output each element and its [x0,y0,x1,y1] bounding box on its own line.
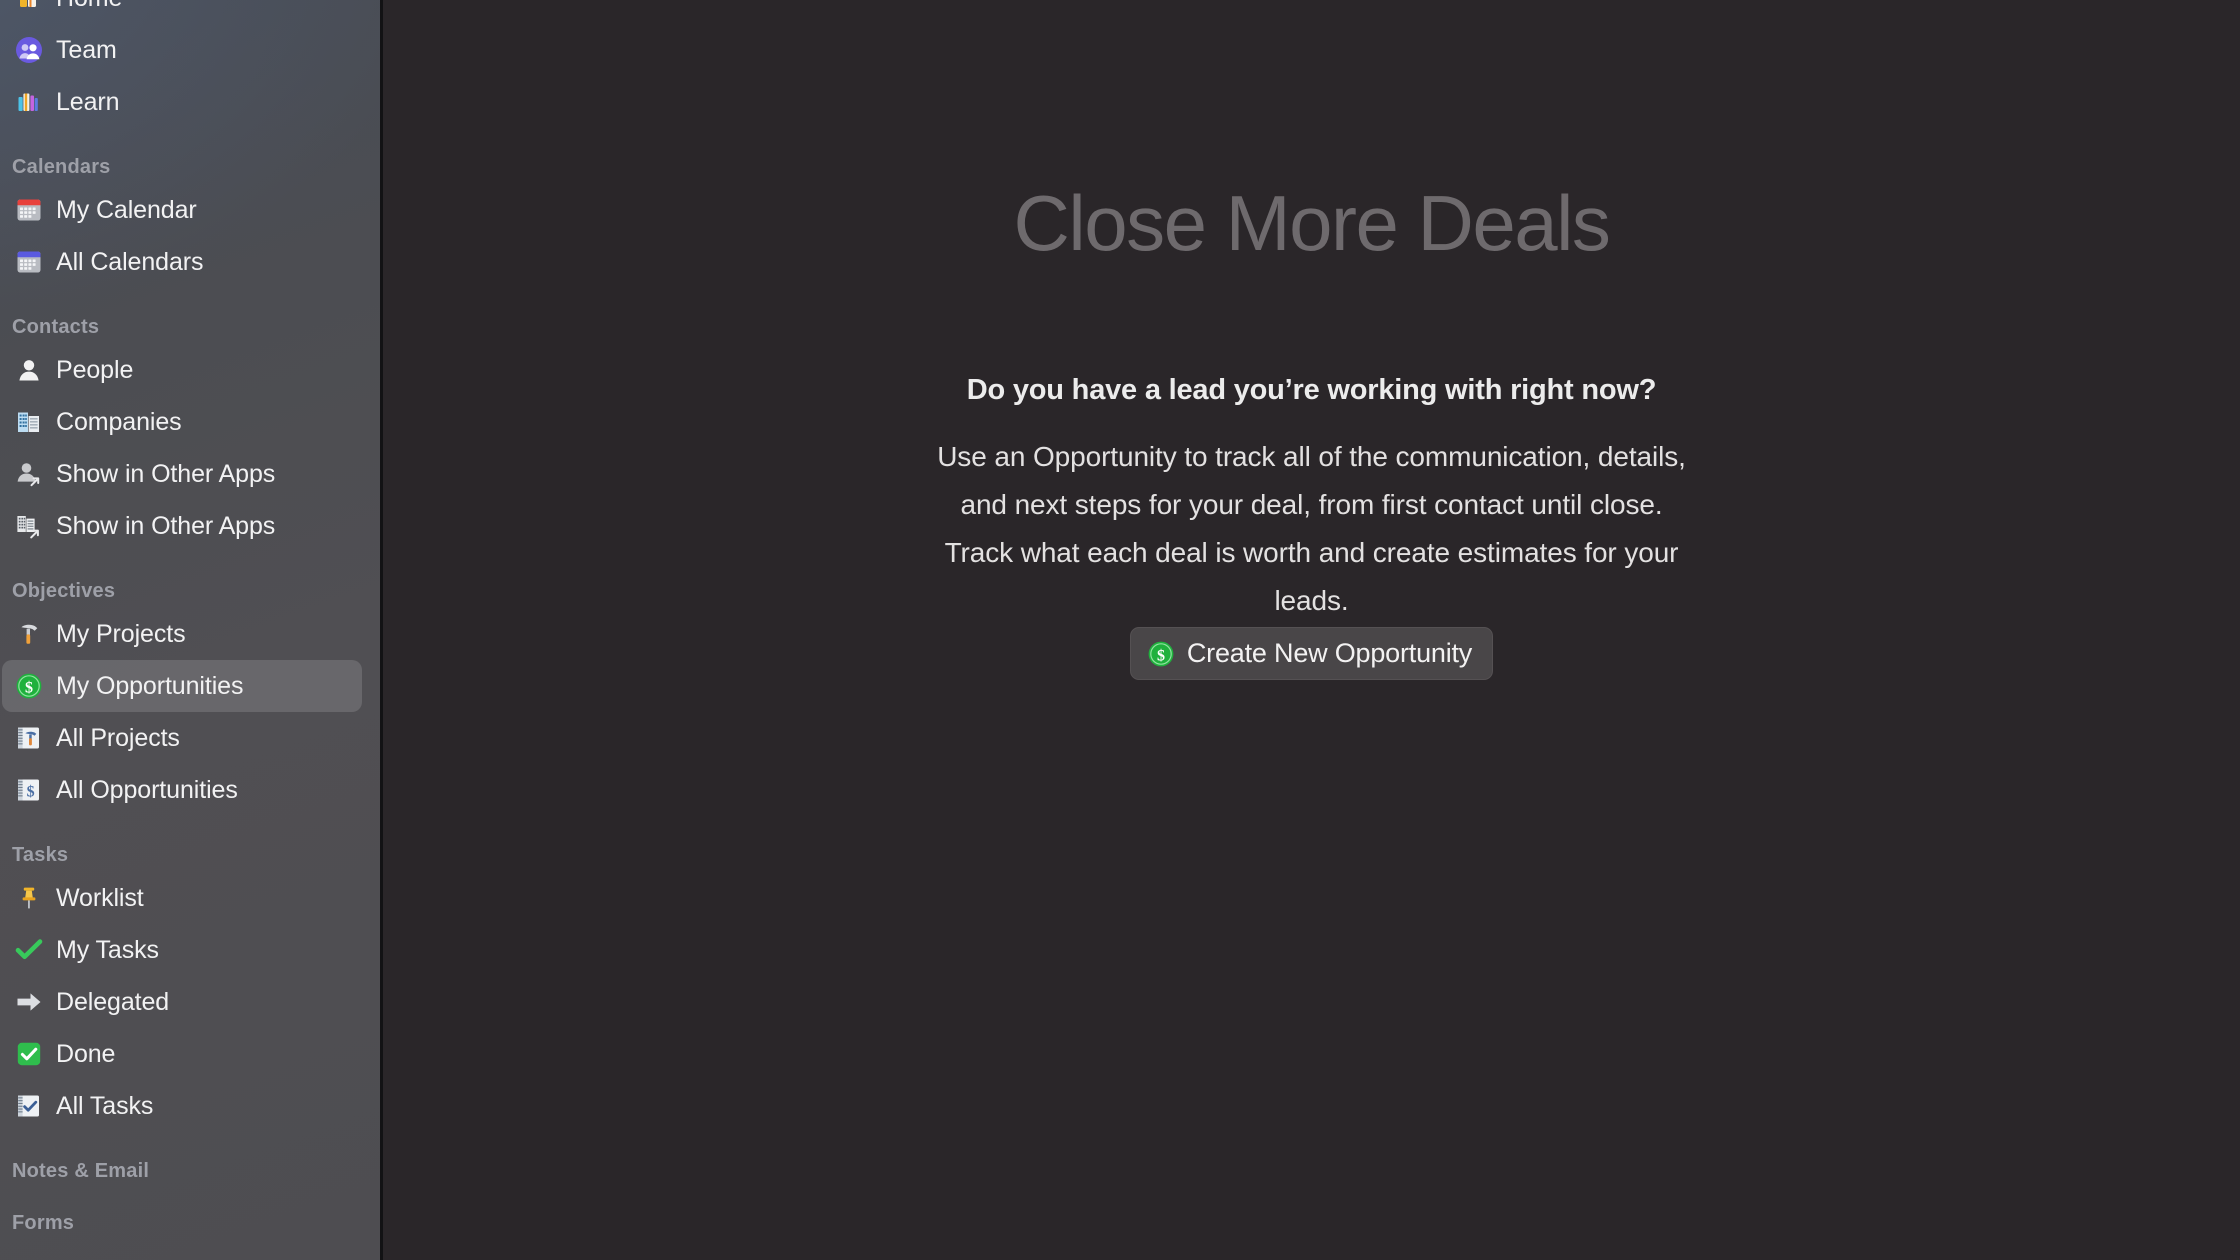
sidebar-item-label: Show in Other Apps [56,459,276,488]
sidebar-item-all-projects[interactable]: All Projects [2,712,362,764]
sidebar-item-show-people-in-other-apps[interactable]: Show in Other Apps [2,448,362,500]
pushpin-icon [14,883,44,913]
sidebar-item-label: Companies [56,407,182,436]
sidebar-item-label: My Opportunities [56,671,244,700]
person-icon [14,355,44,385]
sidebar-item-my-opportunities[interactable]: $ My Opportunities [2,660,362,712]
sidebar-item-label: Home [56,0,122,13]
sidebar-section-objectives: Objectives [12,580,116,602]
sidebar-item-all-calendars[interactable]: All Calendars [2,236,362,288]
notebook-dollar-icon: $ [14,775,44,805]
money-bag-green-icon: $ [14,671,44,701]
calendar-red-icon [14,195,44,225]
svg-text:$: $ [25,679,33,696]
sidebar-section-calendars: Calendars [12,156,111,178]
sidebar-section-contacts: Contacts [12,316,100,338]
app-window: Home Team [0,0,2240,1260]
sidebar-item-show-companies-in-other-apps[interactable]: Show in Other Apps [2,500,362,552]
page-title: Close More Deals [1013,179,1611,267]
sidebar-item-home[interactable]: Home [2,0,362,24]
calendar-blue-icon [14,247,44,277]
green-check-icon [14,935,44,965]
sidebar-item-label: All Calendars [56,247,204,276]
person-share-icon [14,459,44,489]
building-icon [14,407,44,437]
home-books-icon [14,0,44,13]
money-badge-green-icon: $ [1147,640,1175,668]
sidebar-item-people[interactable]: People [2,344,362,396]
svg-text:$: $ [1157,647,1165,664]
sidebar-section-notes-email: Notes & Email [12,1160,150,1182]
sidebar-item-done[interactable]: Done [2,1028,362,1080]
sidebar-section-forms: Forms [12,1212,75,1234]
sidebar-item-learn[interactable]: Learn [2,76,362,128]
create-new-opportunity-button[interactable]: $ Create New Opportunity [1129,627,1494,680]
sidebar-item-worklist[interactable]: Worklist [2,872,362,924]
sidebar-item-label: Delegated [56,987,170,1016]
team-people-circle-icon [14,35,44,65]
sidebar-item-label: Show in Other Apps [56,511,276,540]
sidebar-item-label: Team [56,35,117,64]
hammer-icon [14,619,44,649]
sidebar-item-label: My Projects [56,619,186,648]
svg-text:$: $ [27,784,35,801]
sidebar-item-label: My Tasks [56,935,159,964]
sidebar-item-all-opportunities[interactable]: $ All Opportunities [2,764,362,816]
sidebar-item-label: Done [56,1039,116,1068]
sidebar-item-all-tasks[interactable]: All Tasks [2,1080,362,1132]
empty-state-description: Use an Opportunity to track all of the c… [937,441,1686,616]
sidebar-item-delegated[interactable]: Delegated [2,976,362,1028]
notebook-check-icon [14,1091,44,1121]
checkbox-checked-green-icon [14,1039,44,1069]
sidebar: Home Team [0,0,383,1260]
empty-state-block: Do you have a lead you’re working with r… [932,374,1692,625]
building-share-icon [14,511,44,541]
sidebar-item-my-calendar[interactable]: My Calendar [2,184,362,236]
learn-books-icon [14,87,44,117]
notebook-hammer-icon [14,723,44,753]
sidebar-item-companies[interactable]: Companies [2,396,362,448]
sidebar-item-team[interactable]: Team [2,24,362,76]
sidebar-item-label: All Tasks [56,1091,154,1120]
sidebar-section-tasks: Tasks [12,844,69,866]
sidebar-item-label: People [56,355,134,384]
sidebar-item-label: Learn [56,87,120,116]
sidebar-scroll-content: Home Team [0,0,380,1240]
sidebar-item-label: All Projects [56,723,180,752]
main-content: Close More Deals Do you have a lead you’… [383,0,2240,1260]
sidebar-item-label: My Calendar [56,195,197,224]
create-new-opportunity-label: Create New Opportunity [1186,638,1473,668]
sidebar-item-label: Worklist [56,883,144,912]
empty-state-question: Do you have a lead you’re working with r… [966,374,1657,406]
right-arrow-icon [14,987,44,1017]
sidebar-item-my-tasks[interactable]: My Tasks [2,924,362,976]
cta-row: $ Create New Opportunity [383,627,2240,680]
sidebar-item-label: All Opportunities [56,775,238,804]
sidebar-item-my-projects[interactable]: My Projects [2,608,362,660]
